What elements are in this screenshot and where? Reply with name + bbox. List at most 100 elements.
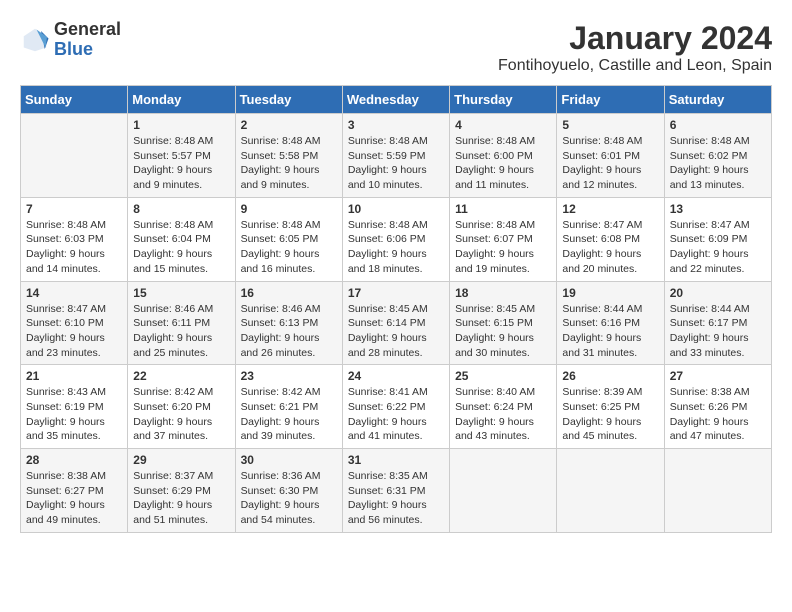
calendar-cell-2-1: 7 Sunrise: 8:48 AMSunset: 6:03 PMDaylight… xyxy=(21,197,128,281)
day-number: 23 xyxy=(241,369,337,383)
calendar-cell-5-2: 29 Sunrise: 8:37 AMSunset: 6:29 PMDayligh… xyxy=(128,449,235,533)
calendar-week-4: 21Sunrise: 8:43 AMSunset: 6:19 PMDayligh… xyxy=(21,365,772,449)
day-number: 9 xyxy=(241,202,337,216)
day-info: Sunrise: 8:48 AMSunset: 6:07 PMDaylight:… xyxy=(455,218,551,277)
day-info: Sunrise: 8:47 AMSunset: 6:10 PMDaylight:… xyxy=(26,302,122,361)
column-header-thursday: Thursday xyxy=(450,86,557,114)
day-info: Sunrise: 8:35 AMSunset: 6:31 PMDaylight:… xyxy=(348,469,444,528)
day-info: Sunrise: 8:48 AMSunset: 6:02 PMDaylight:… xyxy=(670,134,766,193)
calendar-cell-2-6: 12 Sunrise: 8:47 AMSunset: 6:08 PMDayligh… xyxy=(557,197,664,281)
day-number: 21 xyxy=(26,369,122,383)
calendar-week-1: 1 Sunrise: 8:48 AMSunset: 5:57 PMDaylight… xyxy=(21,114,772,198)
day-number: 5 xyxy=(562,118,658,132)
day-info: Sunrise: 8:48 AMSunset: 5:59 PMDaylight:… xyxy=(348,134,444,193)
day-info: Sunrise: 8:40 AMSunset: 6:24 PMDaylight:… xyxy=(455,385,551,444)
calendar-cell-4-5: 25 Sunrise: 8:40 AMSunset: 6:24 PMDayligh… xyxy=(450,365,557,449)
day-info: Sunrise: 8:42 AMSunset: 6:21 PMDaylight:… xyxy=(241,385,337,444)
day-info: Sunrise: 8:38 AMSunset: 6:27 PMDaylight:… xyxy=(26,469,122,528)
day-number: 4 xyxy=(455,118,551,132)
calendar-cell-1-6: 5Sunrise: 8:48 AMSunset: 6:01 PMDaylight… xyxy=(557,114,664,198)
day-number: 3 xyxy=(348,118,444,132)
logo-icon xyxy=(20,25,50,55)
column-header-friday: Friday xyxy=(557,86,664,114)
day-number: 22 xyxy=(133,369,229,383)
day-info: Sunrise: 8:44 AMSunset: 6:17 PMDaylight:… xyxy=(670,302,766,361)
calendar-header-row: SundayMondayTuesdayWednesdayThursdayFrid… xyxy=(21,86,772,114)
page-header: General Blue January 2024 Fontihoyuelo, … xyxy=(20,20,772,75)
day-info: Sunrise: 8:42 AMSunset: 6:20 PMDaylight:… xyxy=(133,385,229,444)
day-number: 12 xyxy=(562,202,658,216)
day-number: 14 xyxy=(26,286,122,300)
calendar-week-5: 28Sunrise: 8:38 AMSunset: 6:27 PMDayligh… xyxy=(21,449,772,533)
month-title: January 2024 xyxy=(498,20,772,57)
day-number: 6 xyxy=(670,118,766,132)
calendar-cell-5-7 xyxy=(664,449,771,533)
calendar-cell-3-1: 14 Sunrise: 8:47 AMSunset: 6:10 PMDayligh… xyxy=(21,281,128,365)
calendar-cell-5-6 xyxy=(557,449,664,533)
column-header-sunday: Sunday xyxy=(21,86,128,114)
day-number: 2 xyxy=(241,118,337,132)
calendar-cell-1-2: 1 Sunrise: 8:48 AMSunset: 5:57 PMDaylight… xyxy=(128,114,235,198)
day-info: Sunrise: 8:48 AMSunset: 6:03 PMDaylight:… xyxy=(26,218,122,277)
calendar-cell-3-6: 19 Sunrise: 8:44 AMSunset: 6:16 PMDayligh… xyxy=(557,281,664,365)
day-number: 29 xyxy=(133,453,229,467)
day-info: Sunrise: 8:48 AMSunset: 6:04 PMDaylight:… xyxy=(133,218,229,277)
logo-blue-text: Blue xyxy=(54,40,121,60)
calendar-week-2: 7 Sunrise: 8:48 AMSunset: 6:03 PMDaylight… xyxy=(21,197,772,281)
calendar-cell-1-3: 2Sunrise: 8:48 AMSunset: 5:58 PMDaylight… xyxy=(235,114,342,198)
calendar-cell-3-5: 18 Sunrise: 8:45 AMSunset: 6:15 PMDayligh… xyxy=(450,281,557,365)
day-number: 10 xyxy=(348,202,444,216)
day-info: Sunrise: 8:48 AMSunset: 5:57 PMDaylight:… xyxy=(133,134,229,193)
day-number: 25 xyxy=(455,369,551,383)
logo: General Blue xyxy=(20,20,121,60)
day-info: Sunrise: 8:46 AMSunset: 6:11 PMDaylight:… xyxy=(133,302,229,361)
day-number: 19 xyxy=(562,286,658,300)
column-header-tuesday: Tuesday xyxy=(235,86,342,114)
day-info: Sunrise: 8:48 AMSunset: 6:05 PMDaylight:… xyxy=(241,218,337,277)
calendar-cell-4-2: 22 Sunrise: 8:42 AMSunset: 6:20 PMDayligh… xyxy=(128,365,235,449)
day-info: Sunrise: 8:37 AMSunset: 6:29 PMDaylight:… xyxy=(133,469,229,528)
day-number: 15 xyxy=(133,286,229,300)
calendar-cell-2-7: 13 Sunrise: 8:47 AMSunset: 6:09 PMDayligh… xyxy=(664,197,771,281)
day-info: Sunrise: 8:36 AMSunset: 6:30 PMDaylight:… xyxy=(241,469,337,528)
day-number: 27 xyxy=(670,369,766,383)
calendar-cell-4-4: 24Sunrise: 8:41 AMSunset: 6:22 PMDayligh… xyxy=(342,365,449,449)
calendar-cell-5-3: 30Sunrise: 8:36 AMSunset: 6:30 PMDayligh… xyxy=(235,449,342,533)
day-number: 11 xyxy=(455,202,551,216)
calendar-cell-1-1 xyxy=(21,114,128,198)
day-number: 18 xyxy=(455,286,551,300)
day-info: Sunrise: 8:48 AMSunset: 6:00 PMDaylight:… xyxy=(455,134,551,193)
calendar-cell-4-3: 23 Sunrise: 8:42 AMSunset: 6:21 PMDayligh… xyxy=(235,365,342,449)
calendar-cell-2-3: 9 Sunrise: 8:48 AMSunset: 6:05 PMDaylight… xyxy=(235,197,342,281)
calendar-cell-3-4: 17 Sunrise: 8:45 AMSunset: 6:14 PMDayligh… xyxy=(342,281,449,365)
day-info: Sunrise: 8:45 AMSunset: 6:15 PMDaylight:… xyxy=(455,302,551,361)
day-info: Sunrise: 8:39 AMSunset: 6:25 PMDaylight:… xyxy=(562,385,658,444)
calendar-cell-1-7: 6 Sunrise: 8:48 AMSunset: 6:02 PMDaylight… xyxy=(664,114,771,198)
day-info: Sunrise: 8:44 AMSunset: 6:16 PMDaylight:… xyxy=(562,302,658,361)
day-info: Sunrise: 8:45 AMSunset: 6:14 PMDaylight:… xyxy=(348,302,444,361)
day-info: Sunrise: 8:47 AMSunset: 6:08 PMDaylight:… xyxy=(562,218,658,277)
calendar-cell-1-4: 3 Sunrise: 8:48 AMSunset: 5:59 PMDaylight… xyxy=(342,114,449,198)
day-number: 17 xyxy=(348,286,444,300)
day-number: 1 xyxy=(133,118,229,132)
calendar-cell-5-4: 31Sunrise: 8:35 AMSunset: 6:31 PMDayligh… xyxy=(342,449,449,533)
column-header-saturday: Saturday xyxy=(664,86,771,114)
calendar-cell-2-4: 10 Sunrise: 8:48 AMSunset: 6:06 PMDayligh… xyxy=(342,197,449,281)
calendar-cell-1-5: 4 Sunrise: 8:48 AMSunset: 6:00 PMDaylight… xyxy=(450,114,557,198)
calendar-cell-5-1: 28Sunrise: 8:38 AMSunset: 6:27 PMDayligh… xyxy=(21,449,128,533)
calendar-cell-3-2: 15 Sunrise: 8:46 AMSunset: 6:11 PMDayligh… xyxy=(128,281,235,365)
day-info: Sunrise: 8:48 AMSunset: 6:06 PMDaylight:… xyxy=(348,218,444,277)
day-info: Sunrise: 8:47 AMSunset: 6:09 PMDaylight:… xyxy=(670,218,766,277)
calendar-cell-4-7: 27Sunrise: 8:38 AMSunset: 6:26 PMDayligh… xyxy=(664,365,771,449)
column-header-wednesday: Wednesday xyxy=(342,86,449,114)
day-number: 26 xyxy=(562,369,658,383)
day-number: 7 xyxy=(26,202,122,216)
logo-general-text: General xyxy=(54,20,121,40)
day-number: 13 xyxy=(670,202,766,216)
day-number: 20 xyxy=(670,286,766,300)
calendar-cell-3-7: 20 Sunrise: 8:44 AMSunset: 6:17 PMDayligh… xyxy=(664,281,771,365)
logo-text: General Blue xyxy=(54,20,121,60)
day-number: 24 xyxy=(348,369,444,383)
location-title: Fontihoyuelo, Castille and Leon, Spain xyxy=(498,57,772,75)
column-header-monday: Monday xyxy=(128,86,235,114)
